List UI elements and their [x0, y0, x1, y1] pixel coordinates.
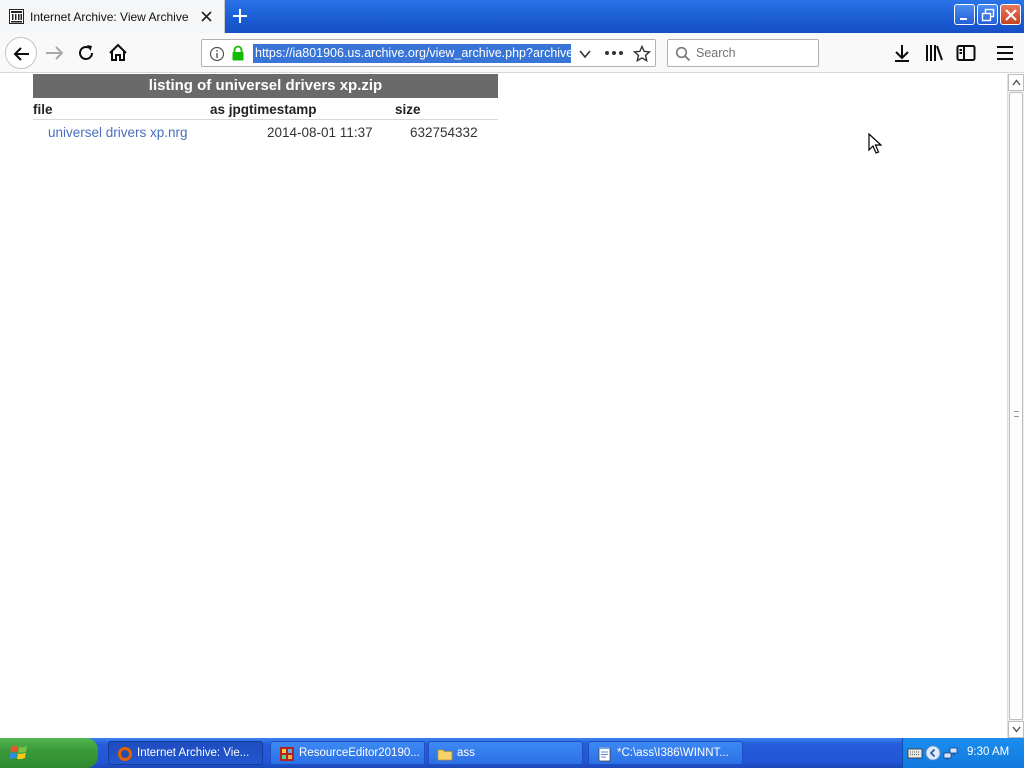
keyboard-icon[interactable] [907, 745, 923, 761]
system-clock[interactable]: 9:30 AM [967, 746, 1009, 758]
back-arrow-icon [13, 47, 29, 61]
taskbar-item-folder[interactable]: ass [428, 741, 583, 765]
table-row: universel drivers xp.nrg 2014-08-01 11:3… [33, 120, 498, 144]
scrollbar-thumb[interactable] [1009, 92, 1023, 720]
reload-icon[interactable] [74, 41, 98, 65]
minimize-button[interactable] [954, 4, 975, 25]
search-icon [675, 46, 691, 62]
system-tray: 9:30 AM [902, 738, 1024, 768]
search-input[interactable] [696, 44, 814, 62]
forward-arrow-icon[interactable] [42, 41, 66, 65]
close-tab-icon[interactable] [200, 10, 213, 23]
notepad-icon [598, 747, 611, 762]
chevron-down-icon[interactable] [578, 47, 592, 61]
column-header-as-jpg-timestamp: as jpgtimestamp [210, 102, 317, 117]
taskbar: Internet Archive: Vie... ResourceEditor2… [0, 738, 1024, 768]
more-actions-icon[interactable] [604, 48, 624, 58]
search-bar[interactable] [667, 39, 819, 67]
address-bar[interactable]: https://ia801906.us.archive.org/view_arc… [201, 39, 656, 67]
title-bar: Internet Archive: View Archive [0, 0, 1024, 33]
browser-tab[interactable]: Internet Archive: View Archive [0, 0, 225, 33]
taskbar-item-resource-editor[interactable]: ResourceEditor20190... [270, 741, 425, 765]
vertical-scrollbar[interactable] [1007, 74, 1024, 738]
firefox-icon [118, 747, 132, 761]
lock-icon[interactable] [230, 45, 246, 62]
archive-icon [9, 9, 24, 24]
home-icon[interactable] [106, 41, 130, 65]
library-icon[interactable] [922, 41, 946, 65]
bookmark-star-icon[interactable] [633, 45, 651, 63]
back-button[interactable] [5, 37, 37, 69]
taskbar-item-label: ass [457, 747, 475, 759]
column-header-file: file [33, 102, 53, 117]
info-icon[interactable] [209, 46, 225, 62]
arrow-up-icon [1012, 79, 1021, 86]
file-size: 632754332 [410, 125, 478, 140]
resource-editor-icon [280, 747, 294, 761]
column-header-size: size [395, 102, 421, 117]
hamburger-menu-icon[interactable] [993, 41, 1017, 65]
scroll-up-button[interactable] [1008, 74, 1024, 91]
archive-listing-table: listing of universel drivers xp.zip file… [33, 74, 498, 144]
restore-icon [981, 8, 995, 22]
windows-logo-icon [9, 745, 27, 760]
url-text[interactable]: https://ia801906.us.archive.org/view_arc… [253, 44, 571, 63]
listing-title: listing of universel drivers xp.zip [33, 74, 498, 98]
restore-button[interactable] [977, 4, 998, 25]
tab-title: Internet Archive: View Archive [30, 10, 189, 24]
close-icon [1005, 9, 1017, 21]
folder-icon [437, 749, 453, 761]
taskbar-item-label: Internet Archive: Vie... [137, 747, 250, 759]
taskbar-item-label: ResourceEditor20190... [299, 747, 420, 759]
navigation-toolbar: https://ia801906.us.archive.org/view_arc… [0, 33, 1024, 73]
start-button[interactable] [0, 738, 98, 768]
show-hidden-icons-icon[interactable] [925, 745, 941, 761]
close-window-button[interactable] [1000, 4, 1021, 25]
network-icon[interactable] [943, 745, 959, 761]
scroll-down-button[interactable] [1008, 721, 1024, 738]
file-link[interactable]: universel drivers xp.nrg [48, 125, 188, 140]
taskbar-item-notepad[interactable]: *C:\ass\I386\WINNT... [588, 741, 743, 765]
sidebar-icon[interactable] [954, 41, 978, 65]
minimize-icon [960, 18, 967, 20]
page-content: listing of universel drivers xp.zip file… [0, 74, 1007, 738]
taskbar-item-browser[interactable]: Internet Archive: Vie... [108, 741, 263, 765]
taskbar-item-label: *C:\ass\I386\WINNT... [617, 747, 729, 759]
mouse-cursor-icon [868, 133, 882, 154]
new-tab-icon[interactable] [231, 7, 249, 25]
scrollbar-grip [1014, 411, 1019, 417]
download-icon[interactable] [890, 41, 914, 65]
listing-header-row: file as jpgtimestamp size [33, 98, 498, 120]
file-timestamp: 2014-08-01 11:37 [267, 125, 373, 140]
arrow-down-icon [1012, 726, 1021, 733]
